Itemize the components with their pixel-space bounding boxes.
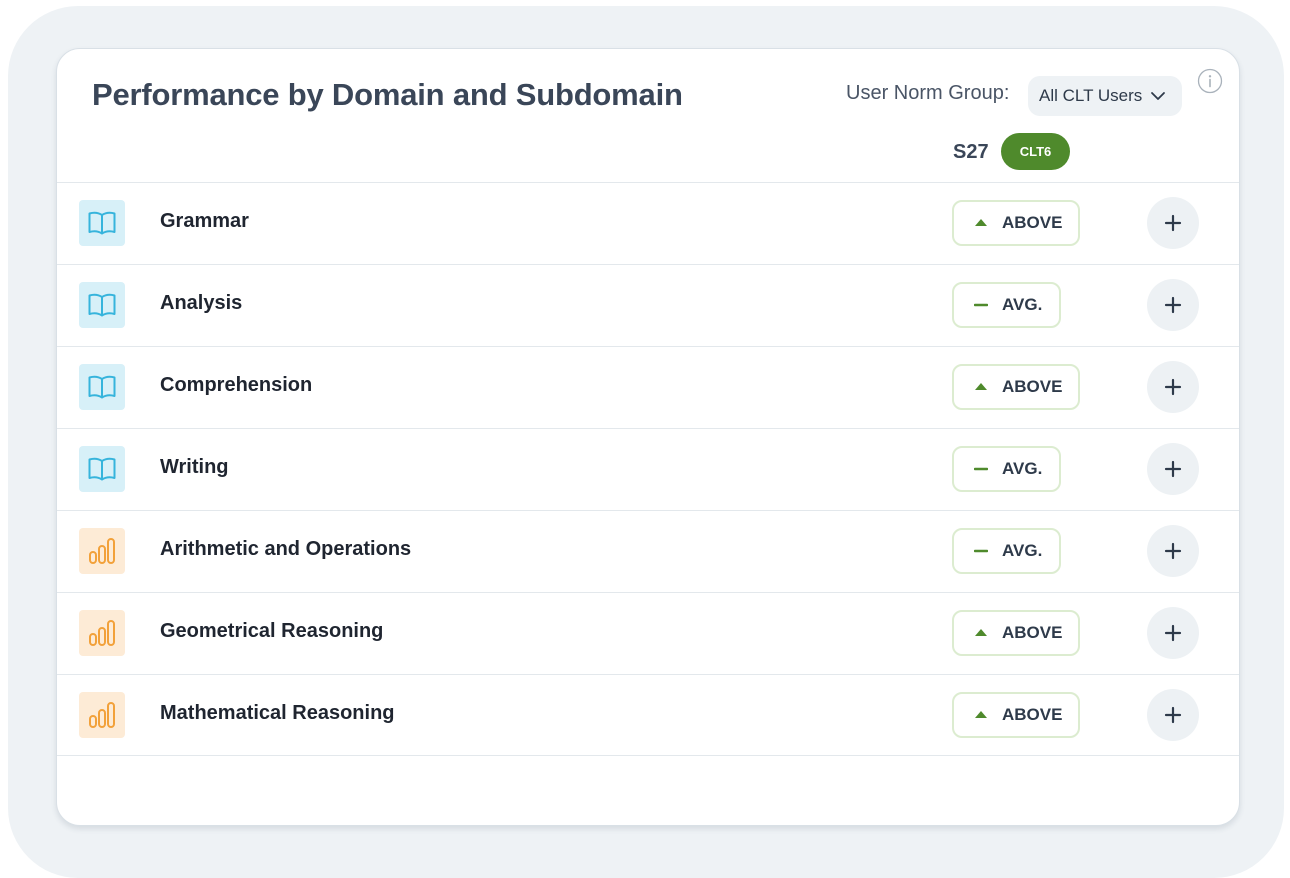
norm-group-value: All CLT Users bbox=[1039, 86, 1143, 105]
triangle-up-icon bbox=[975, 383, 987, 390]
plus-icon bbox=[1164, 624, 1182, 642]
performance-badge: ABOVE bbox=[952, 692, 1080, 738]
domain-row-comprehension: Comprehension ABOVE bbox=[57, 346, 1239, 428]
performance-badge: ABOVE bbox=[952, 364, 1080, 410]
domain-label: Arithmetic and Operations bbox=[160, 538, 412, 560]
dash-icon bbox=[974, 549, 988, 553]
open-book-icon bbox=[79, 200, 125, 246]
performance-badge: AVG. bbox=[952, 282, 1061, 328]
plus-icon bbox=[1164, 542, 1182, 560]
expand-button[interactable] bbox=[1147, 607, 1199, 659]
performance-badge-label: AVG. bbox=[1002, 295, 1043, 314]
triangle-up-icon bbox=[975, 219, 987, 226]
norm-group-dropdown[interactable]: All CLT Users bbox=[1028, 76, 1182, 116]
plus-icon bbox=[1164, 378, 1182, 396]
performance-badge-label: AVG. bbox=[1002, 459, 1043, 478]
domain-row-analysis: Analysis AVG. bbox=[57, 264, 1239, 346]
bar-chart-icon bbox=[79, 528, 125, 574]
domain-row-arithmetic-and-operations: Arithmetic and Operations AVG. bbox=[57, 510, 1239, 592]
performance-badge-label: ABOVE bbox=[1002, 705, 1063, 724]
domain-label: Analysis bbox=[160, 292, 243, 314]
open-book-icon bbox=[79, 282, 125, 328]
plus-icon bbox=[1164, 460, 1182, 478]
triangle-up-icon bbox=[975, 711, 987, 718]
dash-icon bbox=[974, 467, 988, 471]
domain-label: Grammar bbox=[160, 210, 249, 232]
domain-label: Comprehension bbox=[160, 374, 313, 396]
dash-icon bbox=[974, 303, 988, 307]
triangle-up-icon bbox=[975, 629, 987, 636]
bar-chart-icon bbox=[79, 610, 125, 656]
performance-badge-label: ABOVE bbox=[1002, 623, 1063, 642]
expand-button[interactable] bbox=[1147, 279, 1199, 331]
expand-button[interactable] bbox=[1147, 525, 1199, 577]
performance-badge: AVG. bbox=[952, 446, 1061, 492]
domain-label: Geometrical Reasoning bbox=[160, 620, 384, 642]
open-book-icon bbox=[79, 364, 125, 410]
norm-group-label: User Norm Group: bbox=[846, 82, 1010, 104]
open-book-icon bbox=[79, 446, 125, 492]
performance-badge: ABOVE bbox=[952, 200, 1080, 246]
expand-button[interactable] bbox=[1147, 197, 1199, 249]
performance-badge-label: ABOVE bbox=[1002, 213, 1063, 232]
panel-title: Performance by Domain and Subdomain bbox=[92, 77, 683, 112]
domain-row-mathematical-reasoning: Mathematical Reasoning ABOVE bbox=[57, 674, 1239, 756]
performance-badge-label: AVG. bbox=[1002, 541, 1043, 560]
domain-label: Writing bbox=[160, 456, 229, 478]
plus-icon bbox=[1164, 214, 1182, 232]
student-code: S27 bbox=[953, 141, 989, 163]
plus-icon bbox=[1164, 706, 1182, 724]
info-icon[interactable] bbox=[1197, 68, 1223, 94]
domain-row-geometrical-reasoning: Geometrical Reasoning ABOVE bbox=[57, 592, 1239, 674]
test-badge: CLT6 bbox=[1001, 133, 1070, 170]
plus-icon bbox=[1164, 296, 1182, 314]
performance-badge-label: ABOVE bbox=[1002, 377, 1063, 396]
expand-button[interactable] bbox=[1147, 361, 1199, 413]
domain-row-writing: Writing AVG. bbox=[57, 428, 1239, 510]
bar-chart-icon bbox=[79, 692, 125, 738]
expand-button[interactable] bbox=[1147, 443, 1199, 495]
domain-row-grammar: Grammar ABOVE bbox=[57, 182, 1239, 264]
chevron-down-icon bbox=[1151, 92, 1166, 100]
performance-badge: ABOVE bbox=[952, 610, 1080, 656]
performance-badge: AVG. bbox=[952, 528, 1061, 574]
domain-list: Grammar ABOVE Analysis AVG. Comprehensio… bbox=[57, 182, 1239, 756]
domain-label: Mathematical Reasoning bbox=[160, 702, 395, 724]
performance-panel: Performance by Domain and Subdomain User… bbox=[56, 48, 1240, 826]
expand-button[interactable] bbox=[1147, 689, 1199, 741]
